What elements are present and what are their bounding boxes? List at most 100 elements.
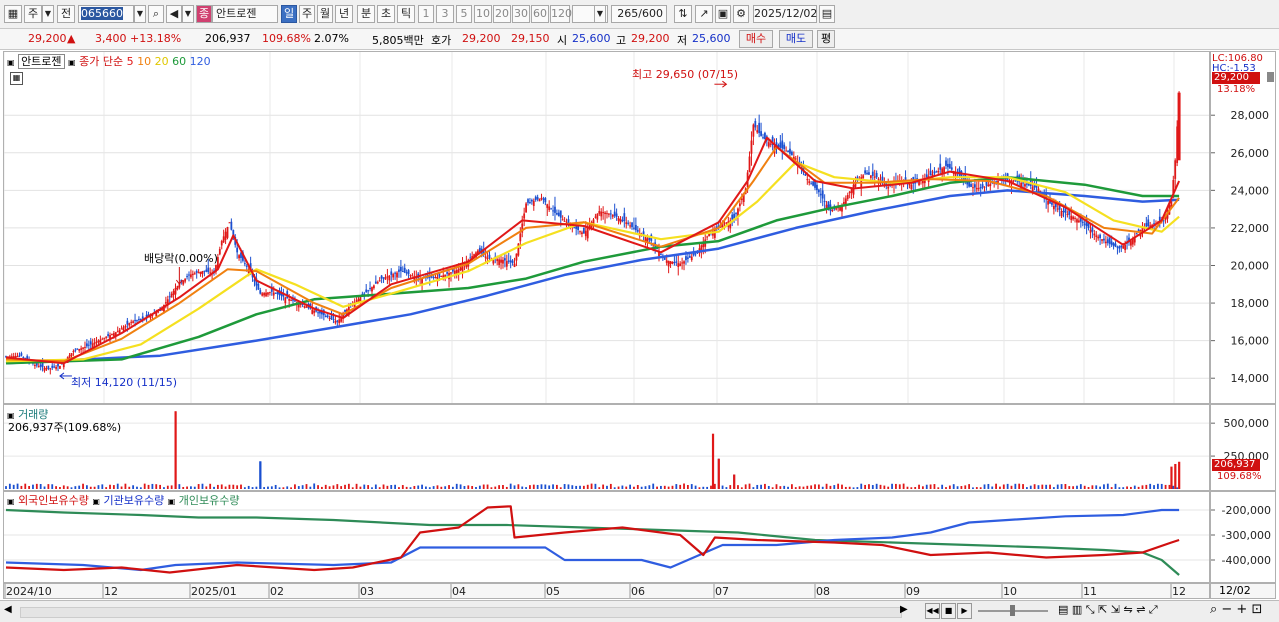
- price-panel[interactable]: ▣ 안트로젠 ▣ 종가 단순 5 10 20 60 120 ▦ 최고 29,65…: [3, 51, 1210, 404]
- period-second[interactable]: 초: [377, 5, 395, 23]
- volume-bar: [594, 483, 597, 489]
- holdings-panel[interactable]: ▣ 외국인보유수량 ▣ 기관보유수량 ▣ 개인보유수량: [3, 491, 1210, 583]
- interval-20[interactable]: 20: [493, 5, 511, 23]
- search-icon[interactable]: ⌕: [148, 5, 164, 23]
- candle-body: [382, 277, 385, 279]
- candle-body: [1099, 234, 1101, 238]
- volume-bar: [1091, 485, 1094, 489]
- save-icon[interactable]: ▣: [715, 5, 731, 23]
- volume-bar: [802, 486, 805, 489]
- volume-bar: [324, 484, 327, 489]
- candle-body: [326, 315, 329, 318]
- scroll-right-icon[interactable]: ▶: [900, 604, 908, 615]
- layout-icon[interactable]: ▦: [4, 5, 22, 23]
- zoom-slider-thumb[interactable]: [1010, 605, 1015, 616]
- max-price-label: 최고 29,650 (07/15): [632, 68, 739, 81]
- rewind-icon[interactable]: ◀◀: [925, 603, 940, 619]
- volume-bar: [394, 484, 396, 489]
- volume-bar: [1014, 483, 1017, 489]
- candle-body: [193, 273, 196, 275]
- volume-bar: [710, 485, 712, 489]
- candle-body: [604, 212, 606, 215]
- candle-last: [1177, 92, 1181, 161]
- interval-1[interactable]: 1: [418, 5, 434, 23]
- period-minute[interactable]: 분: [357, 5, 375, 23]
- volume-bar: [1137, 486, 1140, 489]
- candle-body: [261, 293, 264, 296]
- volume-bar: [540, 484, 543, 489]
- chevron-down-icon[interactable]: ▼: [182, 5, 194, 23]
- date-input[interactable]: 2025/12/02: [753, 5, 817, 23]
- calendar-icon[interactable]: ▤: [819, 5, 835, 23]
- horizontal-scrollbar[interactable]: [20, 607, 902, 618]
- indicator-icon[interactable]: ⇅: [674, 5, 692, 23]
- scroll-left-icon[interactable]: ◀: [4, 604, 12, 615]
- volume-bar: [436, 485, 439, 489]
- candle-body: [1074, 217, 1076, 219]
- volume-bar: [517, 484, 520, 489]
- candle-body: [392, 274, 395, 278]
- speaker-icon[interactable]: ◀: [166, 5, 182, 23]
- stock-name[interactable]: 안트로젠: [212, 5, 278, 23]
- x-axis-tick-label: 02: [270, 585, 284, 598]
- chevron-down-icon[interactable]: ▼: [134, 5, 146, 23]
- price-axis-ticks: 14,000 16,000 18,000 20,000 22,000 24,000 26,0…: [1211, 109, 1270, 385]
- high-price: 29,200: [631, 32, 670, 45]
- candle-body: [367, 290, 370, 292]
- interval-120[interactable]: 120: [550, 5, 572, 23]
- candle-body: [374, 281, 377, 284]
- count-input[interactable]: 265/600: [611, 5, 667, 23]
- buy-button[interactable]: 매수: [739, 30, 773, 48]
- chevron-down-icon[interactable]: ▼: [42, 5, 54, 23]
- volume-bar: [159, 484, 161, 489]
- candle-body: [552, 210, 554, 212]
- volume-bar: [529, 485, 531, 489]
- stock-code-input[interactable]: 065660: [78, 5, 134, 23]
- legend-ma-label: 종가 단순: [79, 55, 124, 68]
- candle-body: [505, 261, 508, 267]
- volume-bar: [216, 484, 219, 489]
- zoom-icons[interactable]: ⌕ − + ⊡: [1210, 602, 1262, 617]
- volume-panel[interactable]: ▣ 거래량 206,937주(109.68%): [3, 404, 1210, 491]
- volume-bar: [794, 487, 797, 489]
- scroll-marker[interactable]: [1267, 72, 1274, 82]
- candle-body: [411, 275, 414, 277]
- dividend-label: 배당락(0.00%): [144, 252, 218, 265]
- sell-button[interactable]: 매도: [779, 30, 813, 48]
- x-axis-tick-label: 2025/01: [191, 585, 237, 598]
- period-year[interactable]: 년: [335, 5, 353, 23]
- period-tick[interactable]: 틱: [397, 5, 415, 23]
- tab-market[interactable]: 전: [57, 5, 75, 23]
- stop-icon[interactable]: ■: [941, 603, 956, 619]
- interval-30[interactable]: 30: [512, 5, 530, 23]
- candle-body: [134, 319, 136, 321]
- volume-bar: [1087, 487, 1090, 489]
- volume-bar: [598, 487, 601, 489]
- chart-tool-icons[interactable]: ▤ ▥ ⤡ ⇱ ⇲ ⇋ ⇌ ⤢: [1058, 603, 1158, 617]
- volume-bar: [313, 483, 316, 489]
- interval-60[interactable]: 60: [531, 5, 549, 23]
- chevron-down-icon[interactable]: ▼: [594, 5, 606, 23]
- interval-3[interactable]: 3: [436, 5, 454, 23]
- price-axis-tick-label: 16,000: [1231, 335, 1270, 348]
- draw-icon[interactable]: ↗: [695, 5, 713, 23]
- volume-spike-bar: [174, 411, 177, 489]
- candle-body: [933, 171, 936, 174]
- play-icon[interactable]: ▶: [957, 603, 972, 619]
- period-month[interactable]: 월: [317, 5, 333, 23]
- candle-body: [409, 274, 412, 276]
- period-day[interactable]: 일: [281, 5, 297, 23]
- calculator-icon[interactable]: ▦: [10, 72, 23, 85]
- tab-stock-type[interactable]: 주: [24, 5, 42, 23]
- candle-body: [869, 175, 872, 178]
- volume-bar: [1045, 484, 1048, 489]
- eval-button[interactable]: 평: [817, 30, 835, 48]
- gear-icon[interactable]: ⚙: [733, 5, 749, 23]
- volume: 206,937: [205, 32, 251, 45]
- period-week[interactable]: 주: [299, 5, 315, 23]
- high-label: 고: [616, 34, 627, 47]
- interval-5[interactable]: 5: [456, 5, 472, 23]
- volume-bar: [748, 483, 751, 489]
- interval-10[interactable]: 10: [474, 5, 492, 23]
- legend-stock-name: 안트로젠: [18, 54, 65, 69]
